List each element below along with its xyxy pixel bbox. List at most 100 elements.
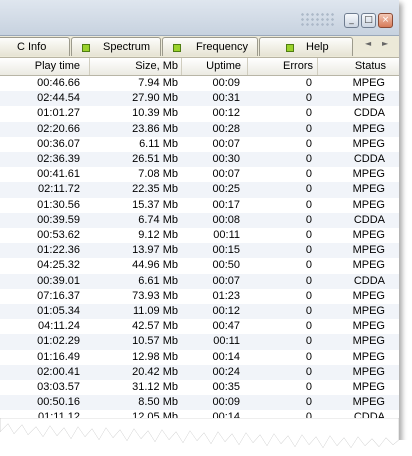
cell-play-time: 07:16.37 bbox=[37, 289, 80, 302]
cell-status: MPEG bbox=[352, 183, 385, 196]
cell-size: 22.35 Mb bbox=[132, 183, 178, 196]
cell-play-time: 02:36.39 bbox=[37, 153, 80, 165]
cell-errors: 0 bbox=[305, 92, 312, 105]
cell-play-time: 00:39.01 bbox=[37, 274, 80, 287]
cell-uptime: 00:24 bbox=[212, 365, 240, 378]
cell-status: MPEG bbox=[352, 137, 385, 150]
cell-status: MPEG bbox=[352, 350, 385, 363]
cell-play-time: 03:03.57 bbox=[37, 381, 80, 393]
cell-uptime: 00:14 bbox=[212, 350, 240, 363]
table-row[interactable]: 01:22.36 13.97 Mb 00:15 0 MPEG bbox=[0, 243, 399, 259]
cell-play-time: 00:36.07 bbox=[37, 137, 80, 150]
table-row[interactable]: 01:16.49 12.98 Mb 00:14 0 MPEG bbox=[0, 350, 399, 365]
tab-scroll-left-icon[interactable]: ◄ bbox=[365, 39, 371, 48]
table-row[interactable]: 01:02.29 10.57 Mb 00:11 0 MPEG bbox=[0, 334, 399, 350]
app-window: _ □ × C Info Spectrum Frequency Help ◄ ►… bbox=[0, 0, 399, 441]
cell-size: 8.50 Mb bbox=[138, 396, 178, 409]
tab-spectrum[interactable]: Spectrum bbox=[71, 37, 161, 56]
table-row[interactable]: 00:39.59 6.74 Mb 00:08 0 CDDA bbox=[0, 212, 399, 228]
cell-status: CDDA bbox=[353, 153, 385, 165]
cell-size: 6.11 Mb bbox=[139, 137, 178, 150]
cell-size: 6.74 Mb bbox=[138, 213, 178, 226]
cell-status: CDDA bbox=[353, 107, 385, 120]
cell-errors: 0 bbox=[305, 274, 312, 287]
table-row[interactable]: 00:53.62 9.12 Mb 00:11 0 MPEG bbox=[0, 228, 399, 243]
cell-uptime: 00:12 bbox=[212, 107, 240, 120]
cell-errors: 0 bbox=[305, 198, 312, 211]
column-header-status[interactable]: Status bbox=[318, 58, 399, 75]
cell-play-time: 01:02.29 bbox=[37, 335, 80, 348]
table-row[interactable]: 00:50.16 8.50 Mb 00:09 0 MPEG bbox=[0, 395, 399, 411]
cell-size: 23.86 Mb bbox=[132, 122, 178, 135]
cell-status: MPEG bbox=[352, 122, 385, 135]
cell-play-time: 02:44.54 bbox=[37, 92, 80, 105]
table-row[interactable]: 00:41.61 7.08 Mb 00:07 0 MPEG bbox=[0, 167, 399, 182]
cell-status: MPEG bbox=[352, 77, 385, 89]
tab-help[interactable]: Help bbox=[259, 37, 353, 56]
column-header-errors[interactable]: Errors bbox=[248, 58, 318, 75]
cell-errors: 0 bbox=[305, 396, 312, 409]
cell-size: 31.12 Mb bbox=[132, 381, 178, 393]
cell-size: 20.42 Mb bbox=[132, 365, 178, 378]
table-row[interactable]: 02:44.54 27.90 Mb 00:31 0 MPEG bbox=[0, 91, 399, 107]
tab-frequency[interactable]: Frequency bbox=[162, 37, 258, 56]
cell-uptime: 00:11 bbox=[213, 335, 240, 348]
table-row[interactable]: 00:39.01 6.61 Mb 00:07 0 CDDA bbox=[0, 273, 399, 289]
cell-errors: 0 bbox=[305, 350, 312, 363]
cell-uptime: 00:07 bbox=[212, 168, 240, 181]
table-row[interactable]: 00:36.07 6.11 Mb 00:07 0 MPEG bbox=[0, 137, 399, 152]
cell-uptime: 00:07 bbox=[212, 137, 240, 150]
table-row[interactable]: 07:16.37 73.93 Mb 01:23 0 MPEG bbox=[0, 289, 399, 304]
tab-info[interactable]: C Info bbox=[0, 37, 70, 56]
table-row[interactable]: 02:11.72 22.35 Mb 00:25 0 MPEG bbox=[0, 182, 399, 198]
cell-status: MPEG bbox=[352, 320, 385, 333]
column-header-play-time[interactable]: Play time bbox=[0, 58, 90, 75]
table-row[interactable]: 00:46.66 7.94 Mb 00:09 0 MPEG bbox=[0, 76, 399, 91]
tab-bar: C Info Spectrum Frequency Help ◄ ► bbox=[0, 36, 399, 58]
table-row[interactable]: 04:11.24 42.57 Mb 00:47 0 MPEG bbox=[0, 319, 399, 334]
table-row[interactable]: 02:36.39 26.51 Mb 00:30 0 CDDA bbox=[0, 152, 399, 168]
cell-errors: 0 bbox=[305, 259, 312, 272]
cell-status: MPEG bbox=[352, 229, 385, 241]
table-row[interactable]: 03:03.57 31.12 Mb 00:35 0 MPEG bbox=[0, 380, 399, 395]
table-row[interactable]: 01:01.27 10.39 Mb 00:12 0 CDDA bbox=[0, 106, 399, 121]
minimize-button[interactable]: _ bbox=[344, 13, 359, 28]
cell-status: MPEG bbox=[352, 198, 385, 211]
table-row[interactable]: 02:00.41 20.42 Mb 00:24 0 MPEG bbox=[0, 364, 399, 380]
cell-uptime: 00:07 bbox=[212, 274, 240, 287]
table-header: Play time Size, Mb Uptime Errors Status bbox=[0, 58, 399, 76]
maximize-button[interactable]: □ bbox=[361, 13, 376, 28]
column-header-uptime[interactable]: Uptime bbox=[182, 58, 248, 75]
cell-play-time: 01:22.36 bbox=[37, 244, 80, 257]
cell-uptime: 00:09 bbox=[212, 77, 240, 89]
table-row[interactable]: 01:05.34 11.09 Mb 00:12 0 MPEG bbox=[0, 304, 399, 320]
cell-status: MPEG bbox=[352, 259, 385, 272]
cell-errors: 0 bbox=[305, 335, 312, 348]
cell-status: MPEG bbox=[352, 92, 385, 105]
column-header-size[interactable]: Size, Mb bbox=[90, 58, 182, 75]
tab-scroll-right-icon[interactable]: ► bbox=[382, 39, 388, 48]
table-row[interactable]: 01:30.56 15.37 Mb 00:17 0 MPEG bbox=[0, 198, 399, 213]
cell-size: 10.39 Mb bbox=[132, 107, 178, 120]
cell-status: MPEG bbox=[352, 305, 385, 317]
title-bar-texture bbox=[300, 12, 336, 26]
cell-uptime: 00:12 bbox=[212, 305, 240, 317]
cell-size: 27.90 Mb bbox=[132, 92, 178, 105]
led-icon bbox=[286, 44, 294, 52]
cell-status: CDDA bbox=[353, 274, 385, 287]
close-button[interactable]: × bbox=[378, 13, 393, 28]
cell-size: 9.12 Mb bbox=[138, 229, 178, 241]
cell-status: MPEG bbox=[352, 289, 385, 302]
cell-play-time: 01:01.27 bbox=[37, 107, 80, 120]
led-icon bbox=[82, 44, 90, 52]
tab-frequency-label: Frequency bbox=[196, 41, 248, 53]
cell-errors: 0 bbox=[305, 381, 312, 393]
cell-uptime: 00:08 bbox=[212, 213, 240, 226]
table-row[interactable]: 02:20.66 23.86 Mb 00:28 0 MPEG bbox=[0, 121, 399, 137]
title-bar[interactable]: _ □ × bbox=[0, 0, 399, 36]
cell-uptime: 00:25 bbox=[212, 183, 240, 196]
table-row[interactable]: 04:25.32 44.96 Mb 00:50 0 MPEG bbox=[0, 258, 399, 273]
cell-size: 15.37 Mb bbox=[132, 198, 178, 211]
cell-errors: 0 bbox=[305, 107, 312, 120]
cell-errors: 0 bbox=[305, 168, 312, 181]
